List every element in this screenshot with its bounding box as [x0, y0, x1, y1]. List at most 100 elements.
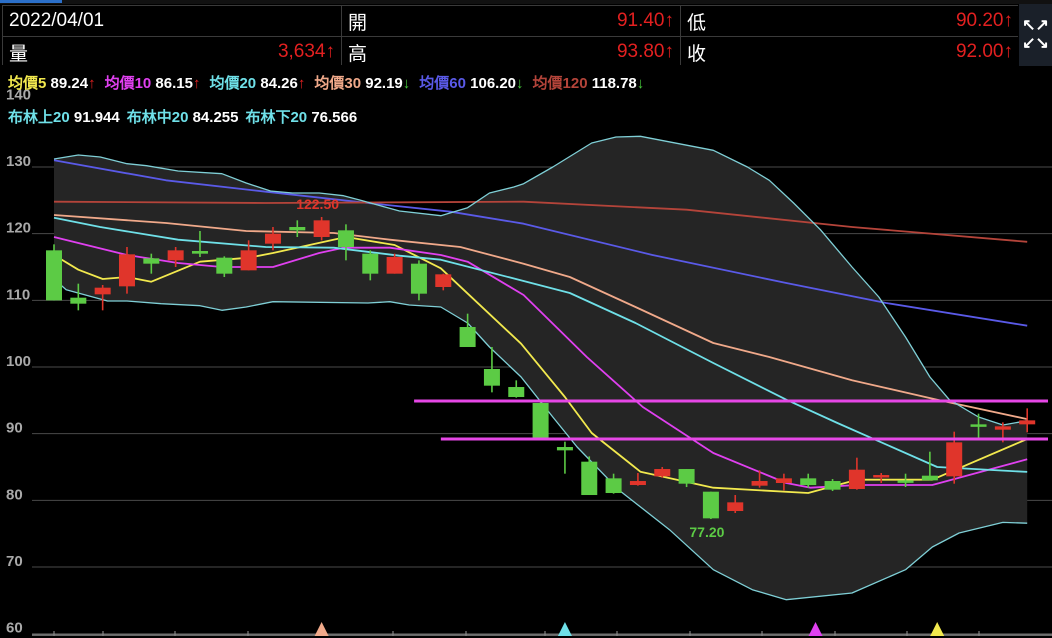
low-price-label: 77.20	[689, 524, 724, 540]
candlestick-chart[interactable]: 14013012011010090807060 122.5077.20	[0, 0, 1052, 638]
open-cell: 開 91.40↑	[342, 6, 680, 36]
low-value: 90.20↑	[955, 10, 1013, 31]
candle-up	[94, 287, 111, 295]
close-value: 92.00↑	[955, 41, 1013, 62]
arrow-down-icon: ↓	[636, 75, 645, 92]
high-value: 93.80↑	[616, 41, 674, 62]
y-tick-label: 100	[6, 353, 31, 370]
y-tick-label: 130	[6, 153, 31, 170]
expand-arrows-icon: ↖↗ ↙↘	[1022, 17, 1049, 52]
candle-up	[654, 469, 671, 477]
ma-legend-item[interactable]: 均價30 92.19↓	[314, 75, 410, 92]
candle-up	[775, 478, 792, 484]
bollinger-legend-label: 布林上20	[8, 109, 70, 126]
high-label: 高	[348, 43, 368, 65]
candle-down	[362, 253, 379, 274]
candle-down	[532, 403, 549, 439]
bollinger-legend-label: 布林中20	[126, 109, 189, 126]
bollinger-legend-value: 84.255	[188, 109, 239, 126]
ma-legend-label: 均價120	[532, 75, 588, 92]
signal-triangle-icon	[808, 622, 823, 636]
candle-down	[556, 447, 573, 451]
signal-triangle-icon	[930, 622, 945, 636]
candle-down	[216, 257, 233, 274]
active-tab-indicator[interactable]	[0, 0, 62, 3]
candle-up	[873, 475, 890, 478]
ma-legend-value: 92.19	[361, 75, 403, 92]
candle-up	[264, 233, 281, 244]
candle-down	[678, 469, 695, 484]
high-cell: 高 93.80↑	[342, 37, 680, 67]
signal-triangle-icon	[557, 622, 572, 636]
ma-legend-value: 89.24	[46, 75, 89, 92]
bollinger-legend-item[interactable]: 布林上20 91.944	[8, 109, 120, 126]
candle-down	[191, 251, 208, 254]
candle-up	[435, 274, 452, 288]
quote-header: 2022/04/01 開 91.40↑ 低 90.20↑ 量 3,634↑ 高 93.8…	[2, 5, 1019, 67]
arrow-down-icon: ↓	[516, 75, 524, 92]
candle-down	[70, 297, 87, 304]
arrow-up-icon: ↑	[297, 75, 306, 92]
candle-up	[848, 469, 865, 490]
candle-up	[1019, 420, 1036, 425]
candle-down	[800, 478, 817, 486]
arrow-down-icon: ↓	[402, 75, 411, 92]
candle-down	[410, 263, 427, 294]
low-cell: 低 90.20↑	[681, 6, 1019, 36]
ma-legend-label: 均價30	[314, 75, 362, 92]
high-price-label: 122.50	[296, 196, 339, 212]
candle-down	[459, 327, 476, 348]
y-tick-label: 90	[6, 420, 23, 437]
bollinger-legend-value: 91.944	[69, 109, 120, 126]
candle-up	[167, 250, 184, 261]
bollinger-legend-item[interactable]: 布林中20 84.255	[127, 109, 239, 126]
candle-down	[970, 424, 987, 427]
close-label: 收	[687, 43, 707, 65]
ma-legend-label: 均價60	[419, 75, 466, 92]
candle-up	[946, 442, 963, 477]
ma-legend-value: 106.20	[465, 75, 517, 92]
candle-down	[605, 478, 622, 494]
y-tick-label: 110	[6, 286, 30, 303]
ma-legend-item[interactable]: 均價120 118.78↓	[533, 75, 645, 92]
bollinger-legend-label: 布林下20	[245, 109, 308, 126]
volume-cell: 量 3,634↑	[3, 37, 341, 67]
volume-value: 3,634↑	[277, 41, 335, 62]
low-label: 低	[687, 12, 707, 34]
candle-up	[240, 250, 257, 271]
ma-legend-item[interactable]: 均價5 89.24↑	[8, 75, 96, 92]
candle-up	[751, 481, 768, 486]
candle-down	[581, 461, 598, 496]
bollinger-legend: 布林上20 91.944 布林中20 84.255 布林下20 76.566	[8, 106, 364, 127]
volume-label: 量	[9, 43, 29, 65]
candle-down	[46, 250, 62, 301]
bollinger-legend-item[interactable]: 布林下20 76.566	[245, 109, 357, 126]
ma-legend-value: 86.15	[151, 75, 193, 92]
candle-up	[727, 502, 744, 512]
date-cell: 2022/04/01	[3, 6, 341, 36]
ma-legend: 均價5 89.24↑ 均價10 86.15↑ 均價20 84.26↑ 均價30 92.…	[8, 72, 653, 93]
y-tick-label: 60	[6, 620, 23, 637]
y-tick-label: 120	[6, 220, 31, 237]
date-value: 2022/04/01	[9, 10, 105, 31]
open-label: 開	[348, 12, 368, 34]
expand-button[interactable]: ↖↗ ↙↘	[1019, 4, 1052, 66]
close-cell: 收 92.00↑	[681, 37, 1019, 67]
y-tick-label: 70	[6, 553, 23, 570]
candle-down	[897, 480, 914, 483]
candle-up	[313, 220, 330, 238]
ma-legend-label: 均價5	[8, 75, 47, 92]
signal-triangle-icon	[314, 622, 329, 636]
ma-legend-label: 均價20	[209, 75, 257, 92]
candle-down	[143, 258, 160, 264]
candle-down	[289, 227, 306, 231]
candle-down	[508, 387, 525, 398]
candle-down	[337, 230, 354, 248]
candle-down	[483, 369, 500, 386]
ma-legend-item[interactable]: 均價20 84.26↑	[209, 75, 305, 92]
ma-legend-item[interactable]: 均價10 86.15↑	[105, 75, 201, 92]
top-tab-strip	[0, 0, 1052, 4]
ma-legend-item[interactable]: 均價60 106.20↓	[419, 75, 523, 92]
arrow-up-icon: ↑	[192, 75, 201, 92]
bollinger-legend-value: 76.566	[307, 109, 358, 126]
